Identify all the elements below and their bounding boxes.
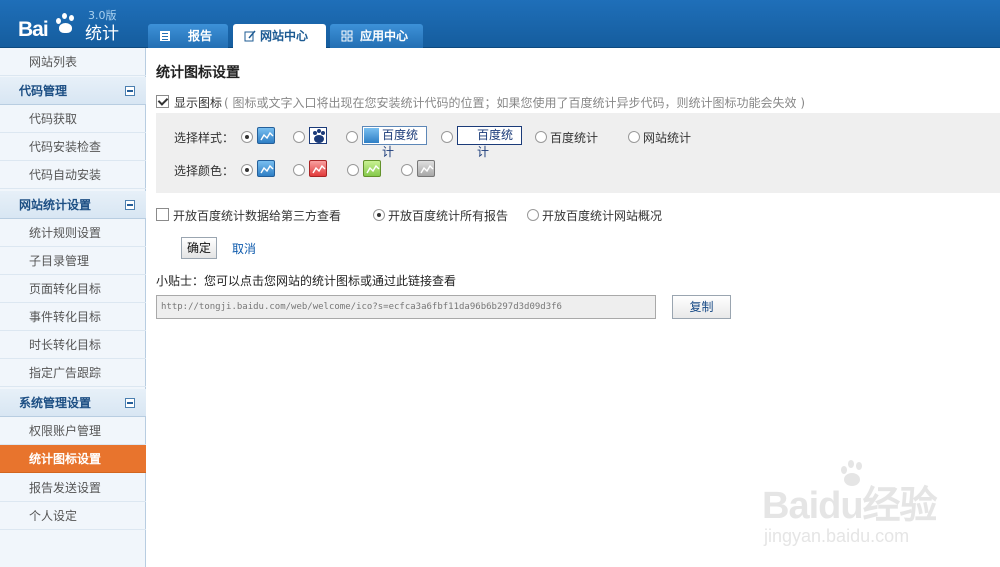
site-overview-radio[interactable]	[527, 209, 539, 221]
grid-icon	[341, 30, 353, 42]
icon-link-field[interactable]: http://tongji.baidu.com/web/welcome/ico?…	[156, 295, 656, 319]
chart-logo-icon: 百度统计	[362, 126, 427, 159]
group-title: 代码管理	[19, 84, 68, 98]
tab-reports[interactable]: 报告	[148, 24, 228, 48]
show-icon-label: 显示图标	[174, 96, 223, 110]
show-icon-note: ( 图标或文字入口将出现在您安装统计代码的位置；如果您使用了百度统计异步代码，则…	[224, 96, 805, 110]
style-text-site-radio[interactable]	[628, 131, 640, 143]
document-icon	[160, 31, 170, 41]
logo-text: Bai	[18, 18, 49, 41]
sidebar-item-site-list[interactable]: 网站列表	[0, 48, 146, 76]
green-chart-icon	[363, 160, 381, 177]
style-paw-radio[interactable]	[293, 131, 305, 143]
logo-option-label: 百度统计	[477, 128, 514, 159]
all-reports-label: 开放百度统计所有报告	[388, 209, 509, 223]
blue-chart-icon	[257, 160, 275, 177]
sidebar-item-report-sending[interactable]: 报告发送设置	[0, 474, 146, 502]
sidebar-group-code-management[interactable]: 代码管理	[0, 77, 146, 105]
sidebar-group-site-stats[interactable]: 网站统计设置	[0, 191, 146, 219]
tab-app-center[interactable]: 应用中心	[330, 24, 423, 48]
sidebar-item-event-goals[interactable]: 事件转化目标	[0, 303, 146, 331]
sidebar-item-page-goals[interactable]: 页面转化目标	[0, 275, 146, 303]
tab-label: 应用中心	[360, 29, 409, 43]
paw-logo-icon: 百度统计	[457, 126, 522, 159]
color-blue-radio[interactable]	[241, 164, 253, 176]
tab-website-center[interactable]: 网站中心	[233, 24, 326, 49]
tab-label: 网站中心	[260, 29, 309, 43]
confirm-button[interactable]: 确定	[181, 237, 217, 259]
all-reports-radio[interactable]	[373, 209, 385, 221]
sidebar-item-code-get[interactable]: 代码获取	[0, 105, 146, 133]
style-label: 选择样式：	[174, 131, 235, 145]
text-option-baidu: 百度统计	[550, 131, 599, 145]
show-icon-checkbox[interactable]	[156, 95, 169, 108]
watermark-title: Baidu经验	[762, 485, 938, 527]
copy-button[interactable]: 复制	[672, 295, 731, 319]
sidebar-item-permissions[interactable]: 权限账户管理	[0, 417, 146, 445]
icon-style-panel: 选择样式： 百度统计 百度统计 百度统计 网站统计 选择颜色：	[156, 113, 1000, 193]
baidu-tongji-logo[interactable]: Bai 统计 3.0版	[18, 6, 138, 44]
collapse-icon[interactable]	[125, 200, 135, 210]
tab-label: 报告	[188, 29, 213, 43]
gray-chart-icon	[417, 160, 435, 177]
version-label: 3.0版	[88, 9, 117, 22]
cancel-link[interactable]: 取消	[232, 240, 256, 257]
third-party-label: 开放百度统计数据给第三方查看	[173, 209, 342, 223]
logo-option-label: 百度统计	[382, 128, 419, 159]
sidebar-item-duration-goals[interactable]: 时长转化目标	[0, 331, 146, 359]
sidebar-item-code-auto-install[interactable]: 代码自动安装	[0, 161, 146, 189]
style-paw-text-radio[interactable]	[441, 131, 453, 143]
collapse-icon[interactable]	[125, 86, 135, 96]
sidebar-item-ad-tracking[interactable]: 指定广告跟踪	[0, 359, 146, 387]
watermark-url: jingyan.baidu.com	[764, 526, 910, 546]
top-bar: Bai 统计 3.0版 报告 网站中心 应用中心	[0, 0, 1000, 49]
third-party-checkbox[interactable]	[156, 208, 169, 221]
site-overview-label: 开放百度统计网站概况	[542, 209, 663, 223]
style-chart-radio[interactable]	[241, 131, 253, 143]
group-title: 网站统计设置	[19, 198, 92, 212]
chart-icon	[257, 127, 275, 144]
tip-text: 小贴士：您可以点击您网站的统计图标或通过此链接查看	[156, 274, 457, 288]
sidebar: 网站列表 代码管理 代码获取 代码安装检查 代码自动安装 网站统计设置 统计规则…	[0, 48, 146, 567]
paw-icon	[54, 12, 78, 34]
group-title: 系统管理设置	[19, 396, 92, 410]
text-option-site: 网站统计	[643, 131, 692, 145]
red-chart-icon	[309, 160, 327, 177]
style-text-baidu-radio[interactable]	[535, 131, 547, 143]
sidebar-item-personal-settings[interactable]: 个人设定	[0, 502, 146, 530]
color-green-radio[interactable]	[347, 164, 359, 176]
collapse-icon[interactable]	[125, 398, 135, 408]
sidebar-item-code-check[interactable]: 代码安装检查	[0, 133, 146, 161]
sidebar-item-icon-settings[interactable]: 统计图标设置	[0, 445, 146, 473]
color-gray-radio[interactable]	[401, 164, 413, 176]
page-title: 统计图标设置	[156, 65, 240, 81]
paw-icon	[309, 127, 327, 144]
color-red-radio[interactable]	[293, 164, 305, 176]
edit-icon	[244, 30, 256, 42]
sidebar-item-subdirectories[interactable]: 子目录管理	[0, 247, 146, 275]
sidebar-group-system-settings[interactable]: 系统管理设置	[0, 389, 146, 417]
color-label: 选择颜色：	[174, 164, 235, 178]
sidebar-item-rules[interactable]: 统计规则设置	[0, 219, 146, 247]
baidu-jingyan-watermark: Baidu经验 jingyan.baidu.com	[762, 458, 952, 548]
style-chart-text-radio[interactable]	[346, 131, 358, 143]
